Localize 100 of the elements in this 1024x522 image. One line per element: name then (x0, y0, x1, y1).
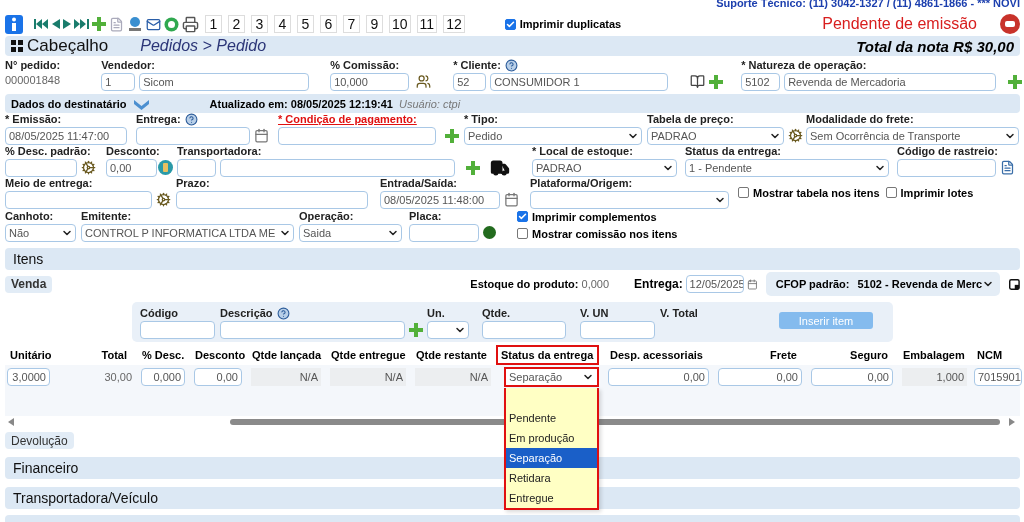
field-label: Un. (427, 307, 445, 320)
page-tab[interactable]: 1 (205, 15, 222, 33)
expand-icon[interactable] (132, 97, 150, 110)
text-field[interactable] (177, 158, 216, 177)
dropdown[interactable]: PADRAO (647, 126, 784, 145)
plus-icon[interactable] (409, 322, 423, 337)
dropdown-option[interactable]: Pendente (506, 408, 597, 428)
text-field[interactable]: 0,00 (106, 158, 157, 177)
next-icon[interactable] (63, 19, 71, 29)
dropdown[interactable]: Saida (299, 223, 402, 242)
calendar-icon[interactable] (254, 128, 269, 143)
checkbox[interactable] (885, 187, 897, 198)
dropdown-option[interactable]: Retidara (506, 468, 597, 488)
text-field[interactable] (278, 126, 436, 145)
cfop-dropdown[interactable]: 5102 - Revenda de Merc (857, 278, 995, 290)
dropdown[interactable]: Sem Ocorrência de Transporte (806, 126, 1019, 145)
info-icon[interactable] (5, 14, 23, 34)
text-field[interactable]: 7015901 (974, 368, 1022, 386)
text-field[interactable] (5, 190, 152, 209)
plus-icon[interactable] (92, 17, 106, 31)
text-field[interactable]: 1 (101, 72, 136, 91)
text-field[interactable]: CONSUMIDOR 1 (490, 72, 669, 91)
plus-icon[interactable] (466, 160, 480, 175)
dropdown-option[interactable]: Em produção (506, 428, 597, 448)
status-dropdown[interactable]: Separação (504, 367, 599, 387)
help-icon[interactable] (504, 59, 518, 72)
tag-icon[interactable] (158, 160, 173, 175)
text-field[interactable] (140, 320, 215, 339)
section-title: Itens (13, 251, 44, 267)
page-tab[interactable]: 7 (343, 15, 360, 33)
help-icon[interactable] (276, 307, 290, 320)
text-field[interactable]: 0,00 (608, 368, 709, 386)
text-field[interactable]: 0,00 (811, 368, 893, 386)
dropdown[interactable]: PADRAO (532, 158, 677, 177)
column-header: Desp. acessoriais (609, 348, 704, 363)
page-tab[interactable]: 6 (320, 15, 337, 33)
dropdown[interactable]: 1 - Pendente (685, 158, 889, 177)
text-field[interactable]: 08/05/2025 11:48:00 (380, 190, 500, 209)
help-icon[interactable] (184, 113, 198, 126)
page-tab[interactable]: 10 (389, 15, 411, 33)
document-icon[interactable] (109, 16, 124, 32)
book-icon[interactable] (690, 74, 706, 89)
page-tab[interactable]: 4 (274, 15, 291, 33)
field-label: Código de rastreio: (897, 145, 998, 158)
checkbox[interactable] (738, 187, 749, 198)
page-tab[interactable]: 9 (366, 15, 383, 33)
page-tab[interactable]: 11 (416, 15, 438, 33)
page-tab[interactable]: 12 (443, 15, 465, 33)
video-icon[interactable] (1000, 14, 1020, 34)
checkbox[interactable] (517, 211, 528, 222)
text-field[interactable]: 10,000 (330, 72, 410, 91)
sale-tab[interactable]: Venda (5, 275, 53, 293)
text-field[interactable] (5, 158, 77, 177)
calendar-icon[interactable] (746, 276, 758, 292)
page-tab[interactable]: 2 (228, 15, 245, 33)
text-field[interactable] (580, 320, 655, 339)
plus-icon[interactable] (1008, 74, 1023, 89)
dropdown-option[interactable]: Entregue (506, 488, 597, 508)
checkbox[interactable] (504, 18, 516, 30)
printer-icon[interactable] (182, 15, 199, 33)
dropdown-option[interactable]: Separação (506, 448, 597, 468)
text-field[interactable] (220, 158, 455, 177)
text-field[interactable]: 0,000 (141, 368, 185, 386)
field-label: * Tipo: (464, 113, 498, 126)
column-header: % Desc. (141, 348, 185, 363)
field-label: N° pedido: (5, 59, 61, 72)
text-field[interactable] (136, 126, 250, 145)
page-tab[interactable]: 3 (251, 15, 268, 33)
text-field[interactable] (897, 158, 996, 177)
text-field[interactable]: Sicom (139, 72, 310, 91)
first-page-icon[interactable] (34, 19, 49, 29)
dropdown[interactable]: Pedido (464, 126, 642, 145)
checkbox[interactable] (517, 228, 528, 239)
text-field[interactable]: 0,00 (718, 368, 802, 386)
text-field[interactable]: 52 (453, 72, 487, 91)
calendar-icon[interactable] (504, 192, 519, 207)
text-field[interactable] (220, 320, 405, 339)
text-field[interactable]: Revenda de Mercadoria (784, 72, 997, 91)
page-tab[interactable]: 5 (297, 15, 314, 33)
document-icon[interactable] (1000, 160, 1015, 175)
users-icon[interactable] (416, 74, 432, 89)
previous-icon[interactable] (52, 19, 60, 29)
last-page-icon[interactable] (74, 19, 89, 29)
text-field[interactable] (409, 223, 479, 242)
dropdown[interactable]: Não (5, 223, 76, 242)
field-label: Vendedor: (101, 59, 155, 72)
window-icon[interactable] (1009, 276, 1020, 292)
return-tab[interactable]: Devolução (5, 432, 74, 449)
dropdown[interactable]: CONTROL P INFORMATICA LTDA ME (81, 223, 294, 242)
text-field[interactable] (176, 190, 368, 209)
gear-icon[interactable] (788, 128, 803, 143)
gear-icon[interactable] (156, 192, 171, 207)
text-field[interactable]: 0,00 (194, 368, 242, 386)
plus-icon[interactable] (445, 128, 459, 143)
text-field[interactable]: 3,0000 (7, 368, 50, 386)
text-field[interactable]: 08/05/2025 11:47:00 (5, 126, 127, 145)
gear-icon[interactable] (81, 160, 96, 175)
mail-icon[interactable] (146, 16, 161, 32)
text-field[interactable] (482, 320, 566, 339)
text-field[interactable]: 5102 (741, 72, 781, 91)
